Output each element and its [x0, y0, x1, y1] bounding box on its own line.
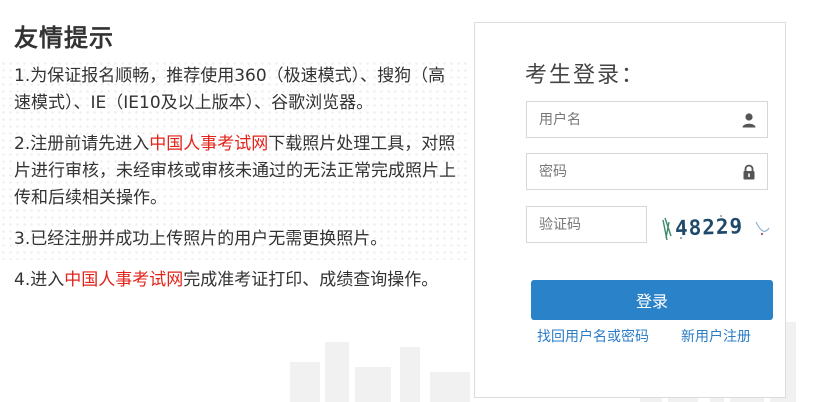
register-link[interactable]: 新用户注册: [681, 326, 751, 346]
captcha-image[interactable]: 48229: [661, 210, 771, 244]
user-icon: [741, 112, 757, 128]
captcha-input[interactable]: [527, 207, 646, 242]
notice-item-1: 1.为保证报名顺畅，推荐使用360（极速模式）、搜狗（高速模式）、IE（IE10…: [14, 63, 459, 117]
notice-title: 友情提示: [14, 24, 114, 52]
forgot-credentials-link[interactable]: 找回用户名或密码: [537, 326, 649, 346]
captcha-field[interactable]: [526, 206, 647, 243]
notice-item-3-text: 3.已经注册并成功上传照片的用户无需更换照片。: [14, 229, 388, 249]
captcha-text: 48229: [675, 214, 744, 240]
notice-item-2: 2.注册前请先进入中国人事考试网下载照片处理工具，对照片进行审核，未经审核或审核…: [14, 131, 459, 212]
notice-item-1-text: 1.为保证报名顺畅，推荐使用360（极速模式）、搜狗（高速模式）、IE（IE10…: [14, 66, 446, 113]
notice-item-4: 4.进入中国人事考试网完成准考证打印、成绩查询操作。: [14, 267, 459, 294]
notice-item-2-prefix: 2.注册前请先进入: [14, 134, 150, 154]
notice-item-4-suffix: 完成准考证打印、成绩查询操作。: [183, 270, 439, 290]
login-title: 考生登录：: [525, 63, 646, 88]
cpta-link-2[interactable]: 中国人事考试网: [64, 270, 183, 290]
cpta-link[interactable]: 中国人事考试网: [149, 134, 268, 154]
notice-item-4-prefix: 4.进入: [14, 270, 65, 290]
notice-item-3: 3.已经注册并成功上传照片的用户无需更换照片。: [14, 226, 459, 253]
password-field[interactable]: [526, 153, 768, 190]
username-input[interactable]: [527, 102, 767, 137]
username-field[interactable]: [526, 101, 768, 138]
login-button[interactable]: 登录: [531, 280, 773, 320]
password-input[interactable]: [527, 154, 767, 189]
login-panel: 考生登录： 48229: [474, 22, 786, 398]
lock-icon: [741, 164, 757, 180]
notice-panel: 友情提示 1.为保证报名顺畅，推荐使用360（极速模式）、搜狗（高速模式）、IE…: [14, 18, 459, 308]
